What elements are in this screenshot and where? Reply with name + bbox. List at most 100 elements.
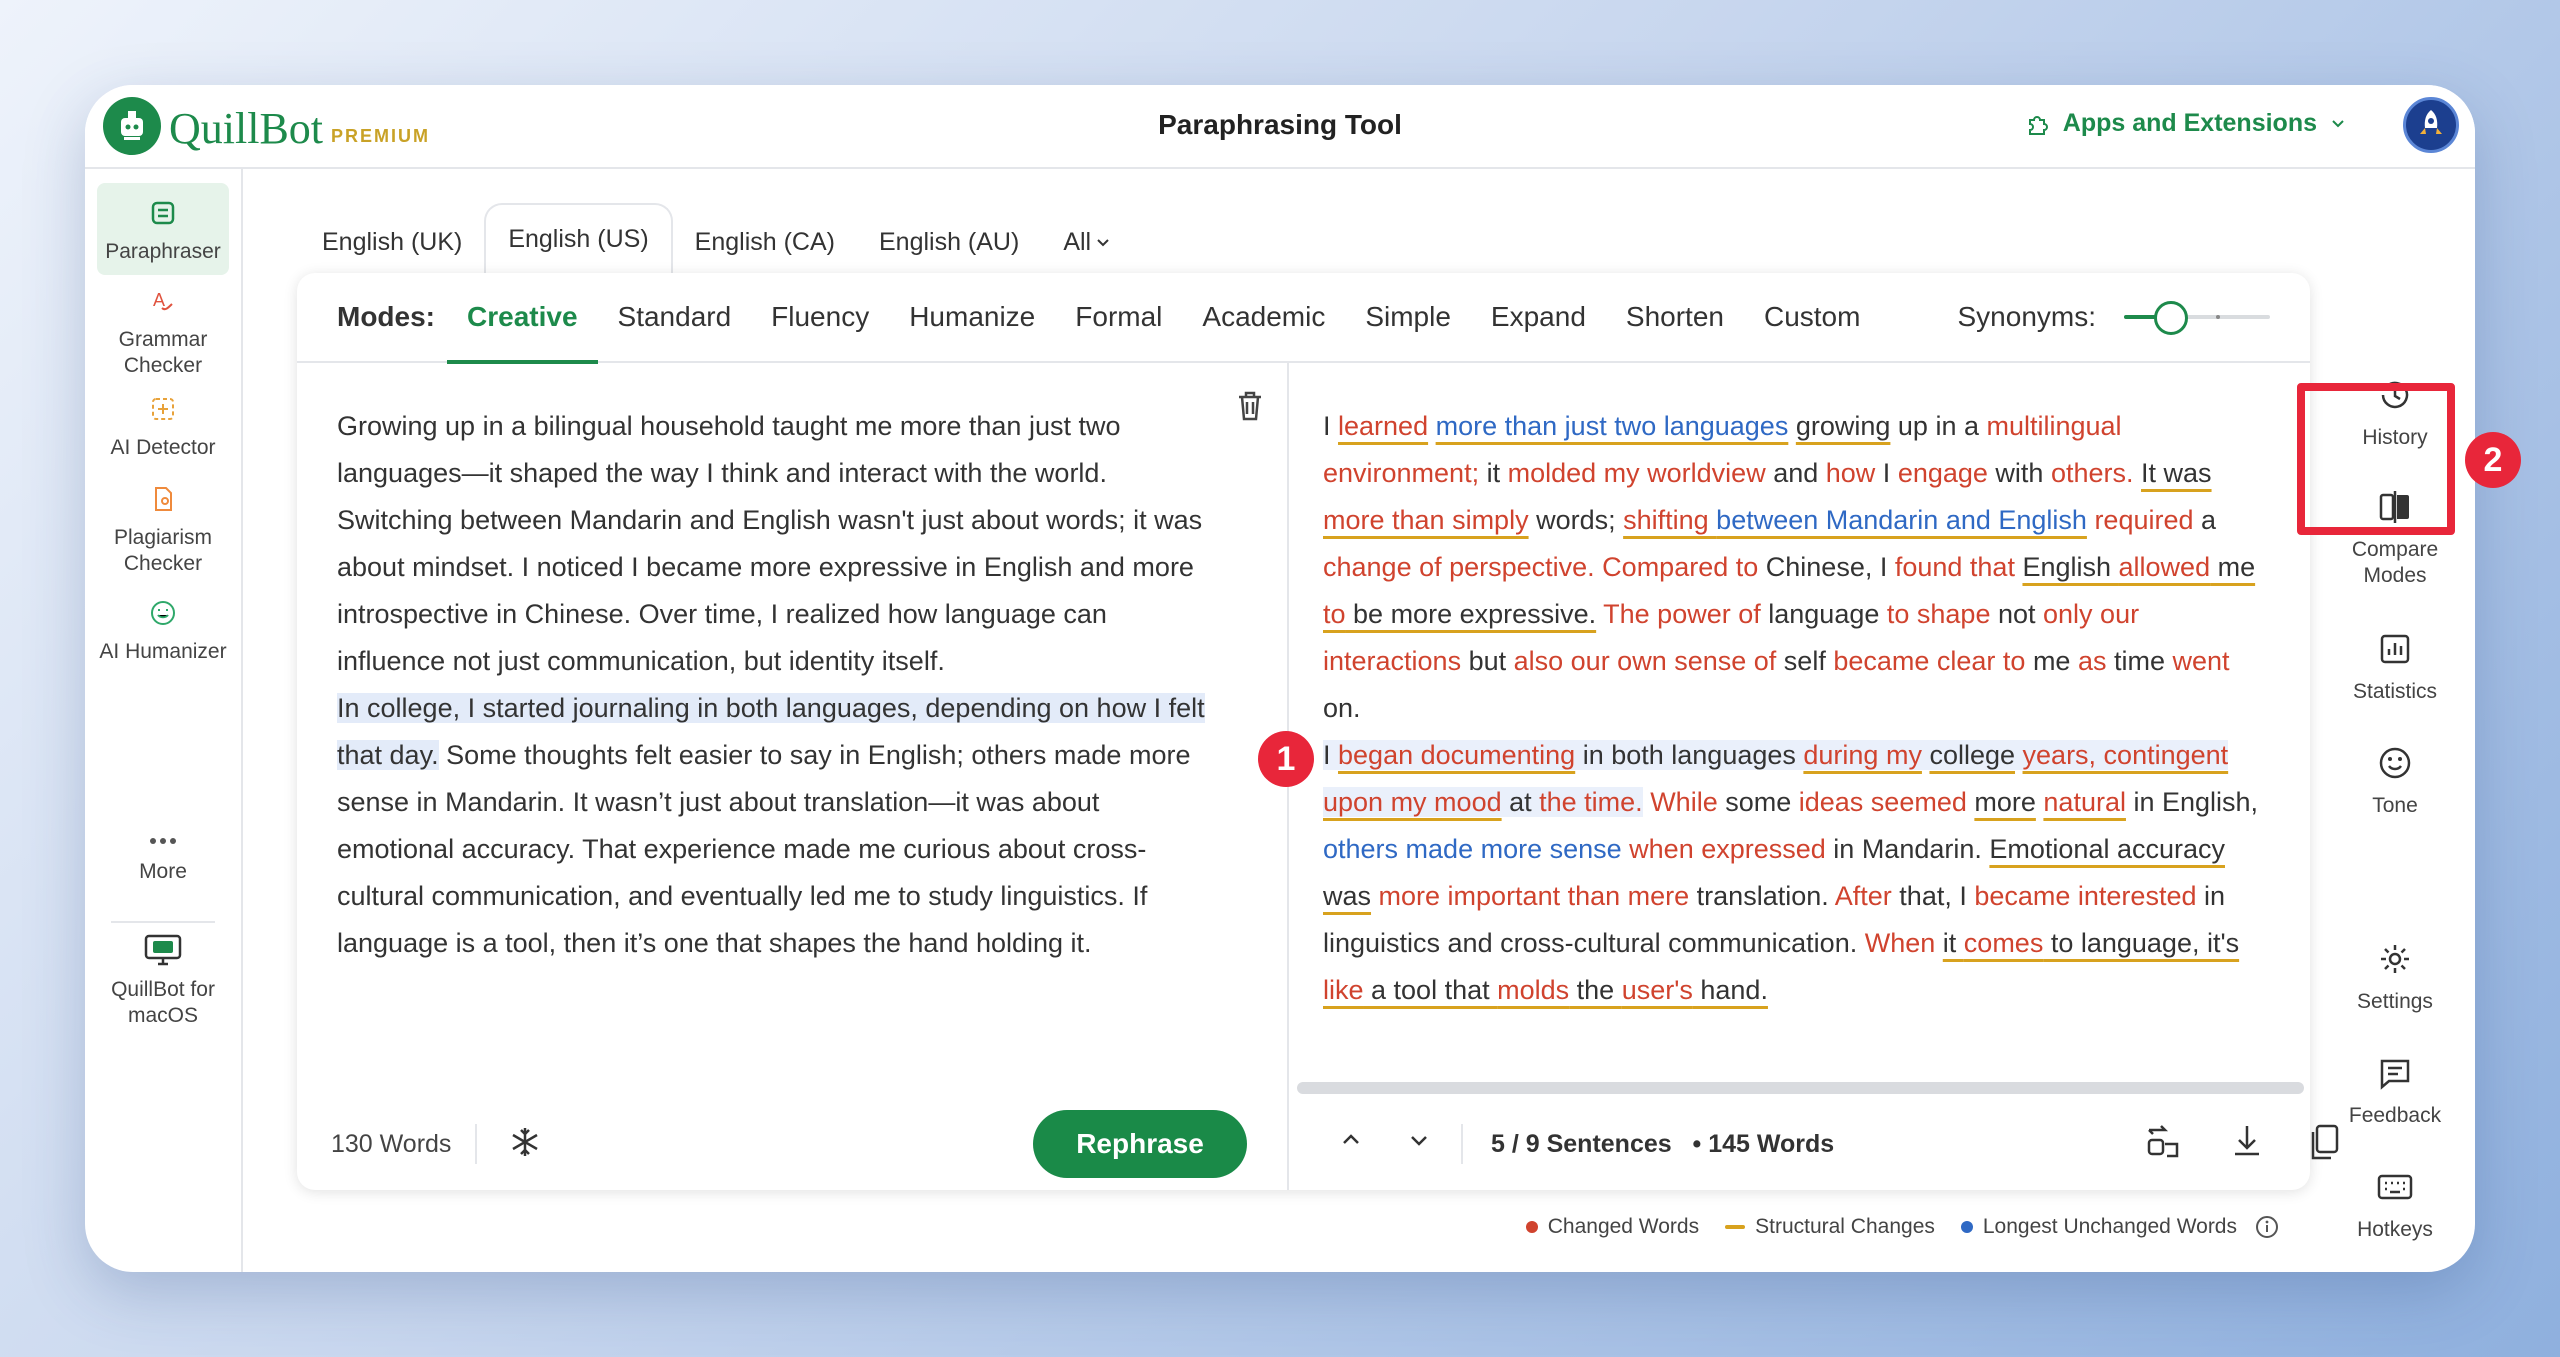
slider-knob[interactable] [2154,301,2188,335]
input-paragraph-2: Some thoughts felt easier to say in Engl… [337,740,1191,958]
unchanged-dot-icon [1960,1221,1973,1233]
paraphrase-compare-icon[interactable] [2141,1120,2185,1169]
tab-english-au[interactable]: English (AU) [857,211,1041,273]
nav-ai-humanizer[interactable]: AI Humanizer [97,593,229,665]
mode-formal[interactable]: Formal [1075,272,1162,362]
hotkeys-icon [2375,1167,2415,1207]
changed-dot-icon [1525,1221,1538,1233]
tab-english-uk[interactable]: English (UK) [300,211,484,273]
legend-structural-changes: Structural Changes [1725,1215,1935,1239]
synonyms-slider[interactable] [2124,299,2270,335]
mode-simple[interactable]: Simple [1365,272,1451,362]
grammar-icon: A [143,281,183,321]
feedback-button[interactable]: Feedback [2315,1053,2475,1129]
feedback-label: Feedback [2348,1104,2442,1127]
previous-sentence-button[interactable] [1337,1126,1365,1159]
legend-structural-label: Structural Changes [1755,1215,1935,1238]
mode-expand[interactable]: Expand [1491,272,1586,362]
mode-shorten[interactable]: Shorten [1626,272,1724,362]
input-text[interactable]: Growing up in a bilingual household taug… [337,403,1217,967]
next-sentence-button[interactable] [1405,1126,1433,1159]
nav-quillbot-macos[interactable]: QuillBot for macOS [97,931,229,1029]
horizontal-scrollbar[interactable] [1297,1082,2304,1094]
nav-label: AI Detector [110,436,216,459]
statistics-label: Statistics [2352,680,2438,703]
trash-icon[interactable] [1235,389,1265,428]
modes-bar: Modes: Creative Standard Fluency Humaniz… [297,272,2310,364]
right-sidebar: History Compare Modes Statistics Tone Se… [2315,169,2475,1272]
nav-plagiarism-checker[interactable]: Plagiarism Checker [97,479,229,577]
highlight-legend: Changed Words Structural Changes Longest… [1525,1215,2279,1239]
output-text[interactable]: I learned more than just two languages g… [1323,403,2273,1014]
humanizer-icon [143,593,183,633]
mode-custom[interactable]: Custom [1764,272,1860,362]
divider [475,1124,477,1164]
output-word-count: • 145 Words [1692,1130,1835,1158]
info-icon[interactable] [2255,1215,2279,1239]
user-avatar[interactable] [2403,97,2459,153]
synonyms-label: Synonyms: [1957,301,2097,332]
synonyms-control: Synonyms: [1957,299,2270,335]
output-pane[interactable]: I learned more than just two languages g… [1289,363,2310,1098]
legend-changed-label: Changed Words [1547,1215,1700,1238]
apps-extensions-label: Apps and Extensions [2062,109,2317,137]
app-window: QuillBot PREMIUM Paraphrasing Tool Apps … [85,85,2475,1272]
language-tabs: English (UK) English (US) English (CA) E… [300,203,1133,273]
tab-all-languages[interactable]: All [1041,211,1133,273]
nav-more[interactable]: More [97,829,229,885]
rephrase-button[interactable]: Rephrase [1033,1110,1247,1178]
legend-changed-words: Changed Words [1525,1215,1700,1239]
nav-grammar-checker[interactable]: A Grammar Checker [97,281,229,379]
input-footer: 130 Words Rephrase [297,1098,1289,1190]
tab-english-us[interactable]: English (US) [484,203,673,273]
more-dots-icon [143,829,183,853]
chevron-down-icon [1411,1136,1427,1146]
sentence-count: 5 / 9 Sentences [1491,1130,1672,1158]
top-bar: QuillBot PREMIUM Paraphrasing Tool Apps … [85,85,2475,169]
puzzle-icon [2028,115,2048,135]
nav-label: AI Humanizer [99,640,227,663]
plagiarism-icon [143,479,183,519]
hotkeys-button[interactable]: Hotkeys [2315,1167,2475,1243]
nav-label: Grammar Checker [118,328,208,377]
settings-icon [2375,939,2415,979]
chevron-down-icon [2332,119,2344,127]
mode-creative[interactable]: Creative [447,272,597,364]
ai-detector-icon [143,389,183,429]
feedback-icon [2375,1053,2415,1093]
mode-humanize[interactable]: Humanize [909,272,1035,362]
nav-label: Paraphraser [105,240,221,263]
mode-fluency[interactable]: Fluency [771,272,869,362]
mode-standard[interactable]: Standard [618,272,732,362]
compare-modes-label: Compare Modes [2351,538,2439,587]
settings-button[interactable]: Settings [2315,939,2475,1015]
statistics-button[interactable]: Statistics [2315,629,2475,705]
nav-divider [111,921,215,923]
download-icon[interactable] [2227,1120,2267,1169]
settings-label: Settings [2357,990,2433,1013]
svg-text:A: A [153,290,165,310]
chevron-down-icon [1097,239,1109,247]
nav-paraphraser[interactable]: Paraphraser [97,183,229,275]
input-paragraph-1: Growing up in a bilingual household taug… [337,411,1203,676]
tab-english-ca[interactable]: English (CA) [673,211,857,273]
modes-label: Modes: [337,301,435,332]
nav-label: More [139,860,187,883]
callout-badge-2: 2 [2465,432,2521,488]
freeze-words-icon[interactable] [505,1122,545,1167]
legend-unchanged-label: Longest Unchanged Words [1982,1215,2237,1238]
hotkeys-label: Hotkeys [2357,1218,2433,1241]
nav-label: Plagiarism Checker [113,526,213,575]
nav-ai-detector[interactable]: AI Detector [97,389,229,461]
tone-button[interactable]: Tone [2315,743,2475,819]
statistics-icon [2375,629,2415,669]
input-pane[interactable]: Growing up in a bilingual household taug… [297,363,1289,1098]
mode-academic[interactable]: Academic [1202,272,1325,362]
paraphraser-card: Modes: Creative Standard Fluency Humaniz… [297,272,2339,1190]
desktop-app-icon [143,931,183,971]
structural-dash-icon [1725,1225,1746,1229]
input-word-count: 130 Words [331,1130,452,1158]
tab-all-label: All [1063,227,1092,256]
chevron-up-icon [1343,1134,1359,1144]
apps-extensions-menu[interactable]: Apps and Extensions [2025,109,2347,138]
